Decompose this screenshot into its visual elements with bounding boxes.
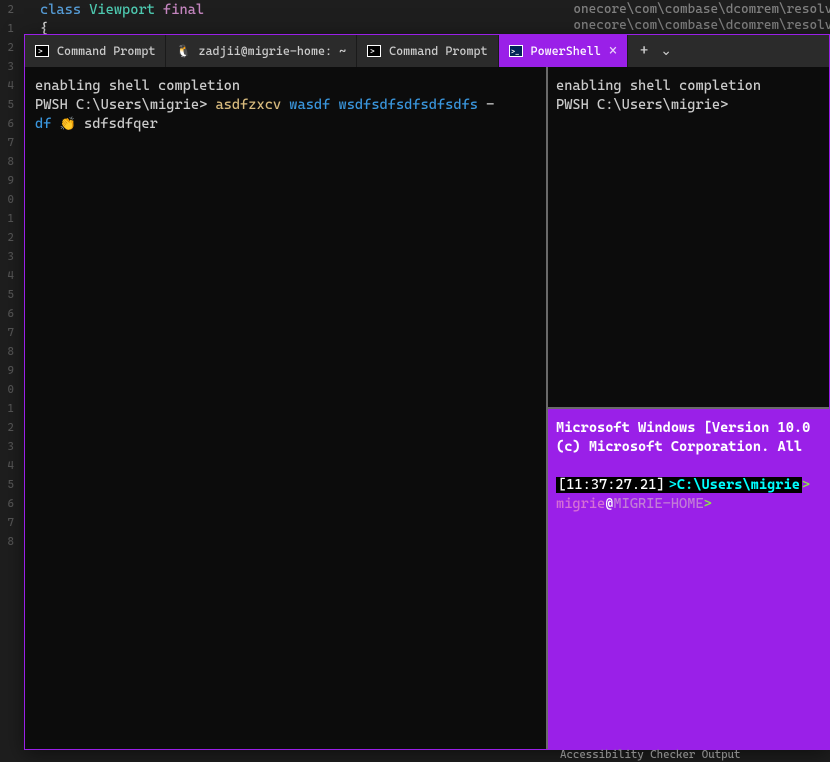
pane-right-top[interactable]: enabling shell completion PWSH C:\Users\…: [548, 67, 829, 409]
background-path: onecore\com\combase\dcomrem\resolve: [573, 18, 830, 33]
tab-label: Command Prompt: [389, 44, 487, 58]
terminal-line: migrie@MIGRIE-HOME>: [556, 495, 821, 514]
tab-bar: > Command Prompt 🐧 zadjii@migrie-home: ~…: [25, 35, 829, 67]
svg-text:>_: >_: [511, 48, 519, 56]
tab-controls: + ⌄: [628, 43, 684, 59]
tab-dropdown-icon[interactable]: ⌄: [660, 43, 672, 59]
editor-gutter: 21234567890123456789012345678: [0, 0, 18, 762]
new-tab-button[interactable]: +: [640, 43, 648, 59]
cmd-icon: >: [367, 44, 381, 58]
cmd-icon: >: [35, 44, 49, 58]
tab-command-prompt-2[interactable]: > Command Prompt: [357, 35, 498, 67]
terminal-line: df 👏 sdfsdfqer: [35, 115, 536, 134]
powershell-icon: >_: [509, 44, 523, 58]
terminal-line: Microsoft Windows [Version 10.0: [556, 419, 821, 438]
terminal-line: enabling shell completion: [556, 77, 821, 96]
terminal-panes: enabling shell completion PWSH C:\Users\…: [25, 67, 829, 749]
tab-powershell[interactable]: >_ PowerShell ×: [499, 35, 629, 67]
status-bar: Accessibility Checker Output: [0, 748, 830, 762]
terminal-line: [11:37:27.21]>C:\Users\migrie>: [556, 476, 821, 495]
code-line: class Viewport final: [40, 2, 204, 18]
terminal-window: > Command Prompt 🐧 zadjii@migrie-home: ~…: [24, 34, 830, 750]
pane-right: enabling shell completion PWSH C:\Users\…: [548, 67, 829, 749]
terminal-line: PWSH C:\Users\migrie>: [556, 96, 821, 115]
emoji-icon: 👏: [60, 117, 76, 132]
pane-left[interactable]: enabling shell completion PWSH C:\Users\…: [25, 67, 548, 749]
tab-label: PowerShell: [531, 44, 601, 58]
close-icon[interactable]: ×: [609, 43, 617, 59]
terminal-line: (c) Microsoft Corporation. All: [556, 438, 821, 457]
tab-label: Command Prompt: [57, 44, 155, 58]
tab-linux[interactable]: 🐧 zadjii@migrie-home: ~: [166, 35, 357, 67]
svg-text:>: >: [370, 47, 375, 56]
background-path: onecore\com\combase\dcomrem\resolve: [573, 2, 830, 17]
terminal-line: PWSH C:\Users\migrie> asdfzxcv wasdf wsd…: [35, 96, 536, 115]
pane-right-bottom[interactable]: Microsoft Windows [Version 10.0 (c) Micr…: [548, 409, 829, 749]
tab-command-prompt-1[interactable]: > Command Prompt: [25, 35, 166, 67]
tab-label: zadjii@migrie-home: ~: [198, 44, 346, 58]
svg-text:>: >: [38, 47, 43, 56]
linux-icon: 🐧: [176, 44, 190, 58]
terminal-line: enabling shell completion: [35, 77, 536, 96]
